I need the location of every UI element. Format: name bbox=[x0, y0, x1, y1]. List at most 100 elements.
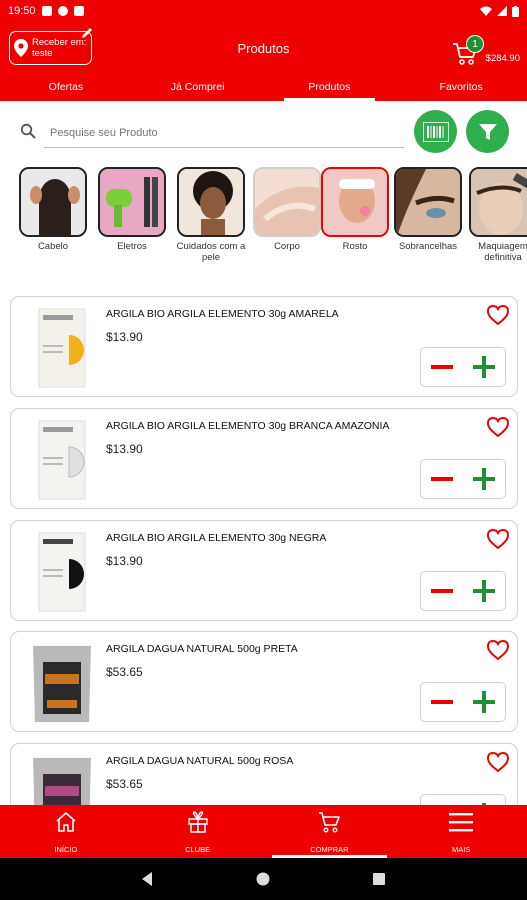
tab-ofertas[interactable]: Ofertas bbox=[0, 77, 132, 101]
product-image bbox=[38, 532, 86, 612]
status-right bbox=[480, 5, 519, 17]
product-image bbox=[33, 646, 91, 722]
plus-icon bbox=[473, 691, 495, 713]
category-item-rosto[interactable]: Rosto bbox=[318, 167, 392, 252]
category-item-maquiagem-definitiva[interactable]: Maquiagem definitiva bbox=[466, 167, 527, 263]
favorite-heart-icon[interactable] bbox=[486, 639, 510, 661]
category-label: Corpo bbox=[274, 241, 300, 252]
product-image bbox=[33, 758, 91, 805]
app-header: Receber em: teste Produtos 1 $284.90 bbox=[0, 22, 527, 77]
favorite-heart-icon[interactable] bbox=[486, 304, 510, 326]
category-item-eletros[interactable]: Eletros bbox=[95, 167, 169, 252]
nav-inicio[interactable]: INÍCIO bbox=[0, 805, 132, 858]
edit-icon bbox=[82, 28, 92, 38]
category-item-cabelo[interactable]: Cabelo bbox=[16, 167, 90, 252]
decrease-quantity-button[interactable] bbox=[427, 576, 457, 606]
minus-icon bbox=[431, 365, 453, 369]
menu-icon bbox=[449, 813, 474, 832]
category-image bbox=[19, 167, 87, 237]
category-label: Cuidados com a pele bbox=[176, 241, 246, 263]
increase-quantity-button[interactable] bbox=[469, 352, 499, 382]
category-item-corpo[interactable]: Corpo bbox=[250, 167, 324, 252]
nav-label: COMPRAR bbox=[310, 845, 349, 854]
increase-quantity-button[interactable] bbox=[469, 687, 499, 717]
cart-total: $284.90 bbox=[485, 53, 520, 64]
product-price: $53.65 bbox=[106, 665, 143, 679]
product-image bbox=[38, 420, 86, 500]
search-icon bbox=[20, 123, 36, 139]
product-price: $13.90 bbox=[106, 554, 143, 568]
tab-produtos[interactable]: Produtos bbox=[264, 77, 396, 101]
filter-button[interactable] bbox=[466, 110, 509, 153]
product-name: ARGILA DAGUA NATURAL 500g PRETA bbox=[106, 643, 298, 655]
category-image bbox=[98, 167, 166, 237]
product-card[interactable]: ARGILA BIO ARGILA ELEMENTO 30g NEGRA $13… bbox=[10, 520, 518, 621]
status-bar: 19:50 bbox=[0, 0, 527, 22]
category-label: Sobrancelhas bbox=[398, 241, 458, 252]
recents-icon[interactable] bbox=[371, 871, 387, 887]
plus-icon bbox=[473, 580, 495, 602]
plus-icon bbox=[473, 356, 495, 378]
signal-icon bbox=[497, 6, 507, 16]
decrease-quantity-button[interactable] bbox=[427, 687, 457, 717]
nav-label: INÍCIO bbox=[54, 845, 78, 854]
product-card[interactable]: ARGILA DAGUA NATURAL 500g PRETA $53.65 bbox=[10, 631, 518, 732]
category-item-sobrancelhas[interactable]: Sobrancelhas bbox=[391, 167, 465, 252]
status-left: 19:50 bbox=[8, 5, 84, 17]
product-card[interactable]: ARGILA BIO ARGILA ELEMENTO 30g AMARELA $… bbox=[10, 296, 518, 397]
tab-favoritos[interactable]: Favoritos bbox=[395, 77, 527, 101]
product-list: ARGILA BIO ARGILA ELEMENTO 30g AMARELA $… bbox=[10, 296, 518, 805]
category-image bbox=[253, 167, 321, 237]
search-input[interactable] bbox=[44, 118, 404, 148]
plus-icon bbox=[473, 468, 495, 490]
category-image bbox=[469, 167, 527, 237]
page-title: Produtos bbox=[237, 41, 290, 56]
home-circle-icon[interactable] bbox=[255, 871, 271, 887]
cart-icon bbox=[319, 812, 341, 833]
product-name: ARGILA BIO ARGILA ELEMENTO 30g NEGRA bbox=[106, 532, 327, 544]
increase-quantity-button[interactable] bbox=[469, 576, 499, 606]
quantity-stepper bbox=[420, 794, 506, 805]
product-name: ARGILA DAGUA NATURAL 500g ROSA bbox=[106, 755, 294, 767]
nav-clube[interactable]: CLUBE bbox=[132, 805, 264, 858]
barcode-scan-button[interactable] bbox=[414, 110, 457, 153]
status-time: 19:50 bbox=[8, 5, 36, 17]
nav-comprar[interactable]: COMPRAR bbox=[264, 805, 396, 858]
favorite-heart-icon[interactable] bbox=[486, 751, 510, 773]
category-label: Eletros bbox=[117, 241, 147, 252]
category-image bbox=[394, 167, 462, 237]
nav-label: MAIS bbox=[451, 845, 471, 854]
minus-icon bbox=[431, 700, 453, 704]
nav-mais[interactable]: MAIS bbox=[395, 805, 527, 858]
decrease-quantity-button[interactable] bbox=[427, 352, 457, 382]
battery-icon bbox=[512, 5, 519, 17]
category-carousel: Cabelo Eletros Cuidados com a pele Corpo… bbox=[0, 167, 527, 277]
cart-count-badge: 1 bbox=[466, 35, 484, 53]
favorite-heart-icon[interactable] bbox=[486, 528, 510, 550]
quantity-stepper bbox=[420, 459, 506, 499]
nav-label: CLUBE bbox=[185, 845, 211, 854]
favorite-heart-icon[interactable] bbox=[486, 416, 510, 438]
back-icon[interactable] bbox=[140, 871, 156, 887]
product-card[interactable]: ARGILA BIO ARGILA ELEMENTO 30g BRANCA AM… bbox=[10, 408, 518, 509]
search-row bbox=[0, 110, 527, 154]
notification-icon bbox=[41, 6, 52, 16]
product-name: ARGILA BIO ARGILA ELEMENTO 30g BRANCA AM… bbox=[106, 420, 390, 432]
product-card[interactable]: ARGILA DAGUA NATURAL 500g ROSA $53.65 bbox=[10, 743, 518, 805]
cart-button[interactable]: 1 $284.90 bbox=[452, 32, 520, 68]
system-navigation-bar bbox=[0, 858, 527, 900]
tab-ja-comprei[interactable]: Já Comprei bbox=[132, 77, 264, 101]
category-label: Rosto bbox=[342, 241, 368, 252]
product-name: ARGILA BIO ARGILA ELEMENTO 30g AMARELA bbox=[106, 308, 339, 320]
category-label: Cabelo bbox=[37, 241, 69, 252]
category-image bbox=[177, 167, 245, 237]
increase-quantity-button[interactable] bbox=[469, 464, 499, 494]
category-label: Maquiagem definitiva bbox=[478, 241, 527, 263]
category-item-cuidados-pele[interactable]: Cuidados com a pele bbox=[174, 167, 248, 263]
decrease-quantity-button[interactable] bbox=[427, 464, 457, 494]
product-price: $13.90 bbox=[106, 330, 143, 344]
bottom-navigation: INÍCIO CLUBE COMPRAR MAIS bbox=[0, 805, 527, 858]
home-icon bbox=[56, 812, 76, 832]
sd-card-icon bbox=[73, 6, 84, 16]
product-price: $13.90 bbox=[106, 442, 143, 456]
